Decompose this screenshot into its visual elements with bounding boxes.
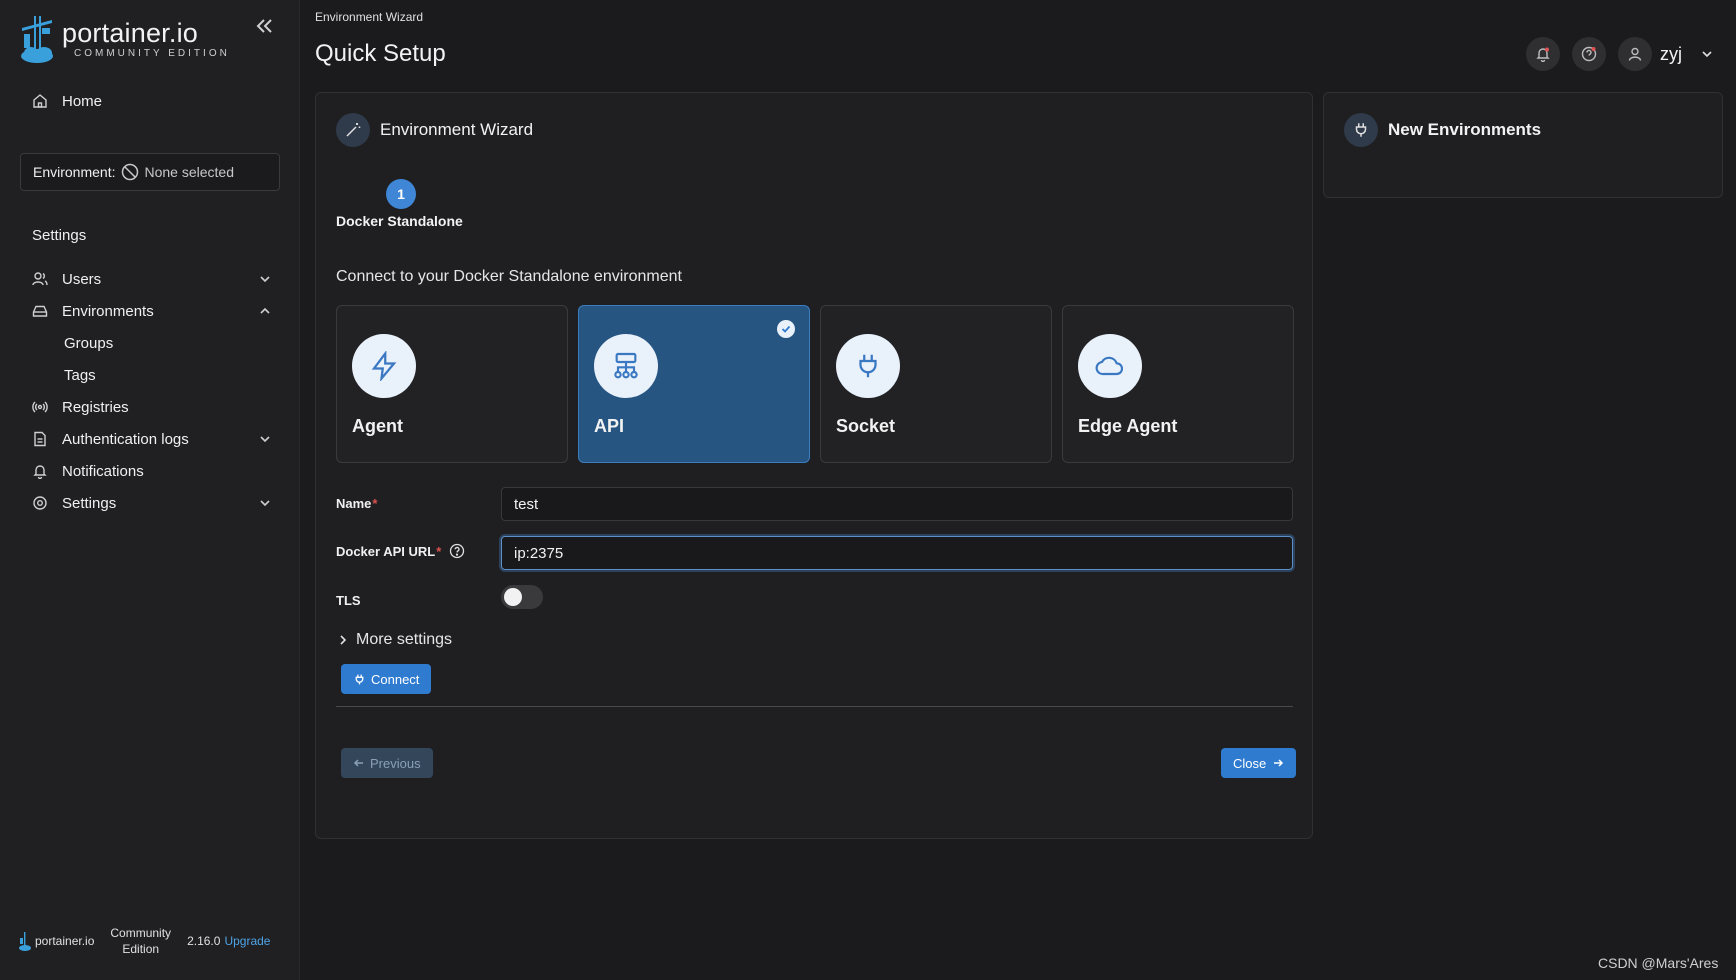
page-title: Quick Setup xyxy=(315,40,446,67)
gear-icon xyxy=(32,495,48,511)
sidebar-item-label: Users xyxy=(62,270,102,288)
plug-icon xyxy=(355,674,364,684)
docker-api-url-input[interactable]: ip:2375 xyxy=(501,536,1293,570)
option-agent[interactable]: Agent xyxy=(336,305,568,463)
sidebar-item-label: Environments xyxy=(62,302,154,320)
step-indicator: 1 xyxy=(386,179,416,209)
portainer-logo[interactable]: portainer.io COMMUNITY EDITION xyxy=(18,14,230,64)
chevron-down-icon[interactable] xyxy=(258,272,272,286)
toggle-knob xyxy=(504,588,522,606)
sidebar-item-label: Home xyxy=(62,92,103,110)
sidebar-item-users[interactable]: Users xyxy=(32,264,272,294)
help-circle-icon xyxy=(1581,46,1597,62)
chevron-down-icon[interactable] xyxy=(258,496,272,510)
sidebar-item-settings[interactable]: Settings xyxy=(32,488,272,518)
collapse-sidebar-icon[interactable] xyxy=(252,14,276,38)
new-environments-panel: New Environments xyxy=(1323,92,1723,198)
more-settings-toggle[interactable]: More settings xyxy=(336,631,452,649)
upgrade-link[interactable]: Upgrade xyxy=(224,934,270,948)
connect-heading: Connect to your Docker Standalone enviro… xyxy=(336,268,682,285)
sidebar-item-notifications[interactable]: Notifications xyxy=(32,456,272,486)
ban-icon xyxy=(122,163,139,181)
bell-icon xyxy=(1536,47,1550,62)
more-settings-label: More settings xyxy=(356,631,453,648)
radio-icon xyxy=(32,399,48,415)
chevron-down-icon[interactable] xyxy=(1700,47,1714,61)
sidebar-item-home[interactable]: Home xyxy=(32,86,272,116)
home-icon xyxy=(32,93,48,109)
name-label: Name * xyxy=(336,496,378,511)
sidebar-item-registries[interactable]: Registries xyxy=(32,392,272,422)
sidebar: portainer.io COMMUNITY EDITION Home Envi… xyxy=(0,0,300,980)
sidebar-item-label: Authentication logs xyxy=(62,430,189,448)
footer-brand: portainer.io xyxy=(35,934,95,948)
sidebar-item-tags[interactable]: Tags xyxy=(64,360,96,390)
sidebar-item-auth-logs[interactable]: Authentication logs xyxy=(32,424,272,454)
sidebar-item-label: Settings xyxy=(62,494,117,512)
option-label: Agent xyxy=(352,416,403,436)
tls-toggle[interactable] xyxy=(501,585,543,609)
sidebar-item-label: Notifications xyxy=(62,462,144,480)
environment-wizard-panel: Environment Wizard 1 Docker Standalone C… xyxy=(315,92,1313,839)
sidebar-item-label: Registries xyxy=(62,398,129,416)
option-socket[interactable]: Socket xyxy=(820,305,1052,463)
docker-api-url-label: Docker API URL * xyxy=(336,543,465,559)
bell-icon xyxy=(32,463,48,479)
close-button[interactable]: Close xyxy=(1221,748,1297,778)
arrow-left-icon xyxy=(353,759,363,767)
zap-icon xyxy=(352,334,416,398)
option-label: Edge Agent xyxy=(1078,416,1178,436)
previous-button[interactable]: Previous xyxy=(341,748,433,778)
network-icon xyxy=(594,334,658,398)
cloud-icon xyxy=(1078,334,1142,398)
version-label: 2.16.0 xyxy=(187,934,221,948)
help-circle-icon[interactable] xyxy=(449,543,465,559)
chevron-up-icon[interactable] xyxy=(258,304,272,318)
portainer-logo-icon xyxy=(18,14,56,64)
new-environments-title: New Environments xyxy=(1388,120,1542,139)
user-icon xyxy=(1628,47,1642,61)
step-label: Docker Standalone xyxy=(336,213,463,229)
wand-icon xyxy=(336,113,370,147)
sidebar-item-groups[interactable]: Groups xyxy=(64,328,113,358)
name-input[interactable]: test xyxy=(501,487,1293,521)
logo-text: portainer.io xyxy=(62,18,198,48)
breadcrumb[interactable]: Environment Wizard xyxy=(315,10,423,24)
users-icon xyxy=(32,271,48,287)
option-edge-agent[interactable]: Edge Agent xyxy=(1062,305,1294,463)
hard-drive-icon xyxy=(32,303,48,319)
chevron-down-icon[interactable] xyxy=(258,432,272,446)
username[interactable]: zyj xyxy=(1660,44,1682,65)
settings-heading: Settings xyxy=(32,227,87,244)
plug-icon xyxy=(1344,113,1378,147)
option-api[interactable]: API xyxy=(578,305,810,463)
portainer-small-icon xyxy=(19,932,31,951)
plug-icon xyxy=(836,334,900,398)
close-button-label: Close xyxy=(1233,755,1267,771)
chevron-right-icon xyxy=(340,635,347,645)
previous-button-label: Previous xyxy=(370,755,421,771)
watermark: CSDN @Mars'Ares xyxy=(1598,955,1719,971)
check-icon xyxy=(777,320,795,338)
user-avatar-button[interactable] xyxy=(1618,37,1652,71)
connect-button[interactable]: Connect xyxy=(341,664,432,694)
connect-button-label: Connect xyxy=(371,671,420,687)
footer-edition-line1: Community xyxy=(110,926,172,940)
option-label: API xyxy=(594,416,625,436)
sidebar-footer: portainer.io Community Edition 2.16.0 Up… xyxy=(18,925,270,957)
logo-subtitle: COMMUNITY EDITION xyxy=(74,48,230,59)
panel-title: Environment Wizard xyxy=(380,120,534,139)
footer-edition-line2: Edition xyxy=(122,942,160,956)
option-label: Socket xyxy=(836,416,896,436)
divider xyxy=(336,706,1293,707)
help-button[interactable] xyxy=(1572,37,1606,71)
tls-label: TLS xyxy=(336,593,361,608)
environment-selector[interactable]: Environment: None selected xyxy=(20,153,280,191)
sidebar-item-environments[interactable]: Environments xyxy=(32,296,272,326)
notifications-button[interactable] xyxy=(1526,37,1560,71)
file-text-icon xyxy=(32,431,48,447)
environment-label: Environment: xyxy=(33,164,116,180)
arrow-right-icon xyxy=(1274,759,1284,767)
environment-value: None selected xyxy=(144,164,234,180)
